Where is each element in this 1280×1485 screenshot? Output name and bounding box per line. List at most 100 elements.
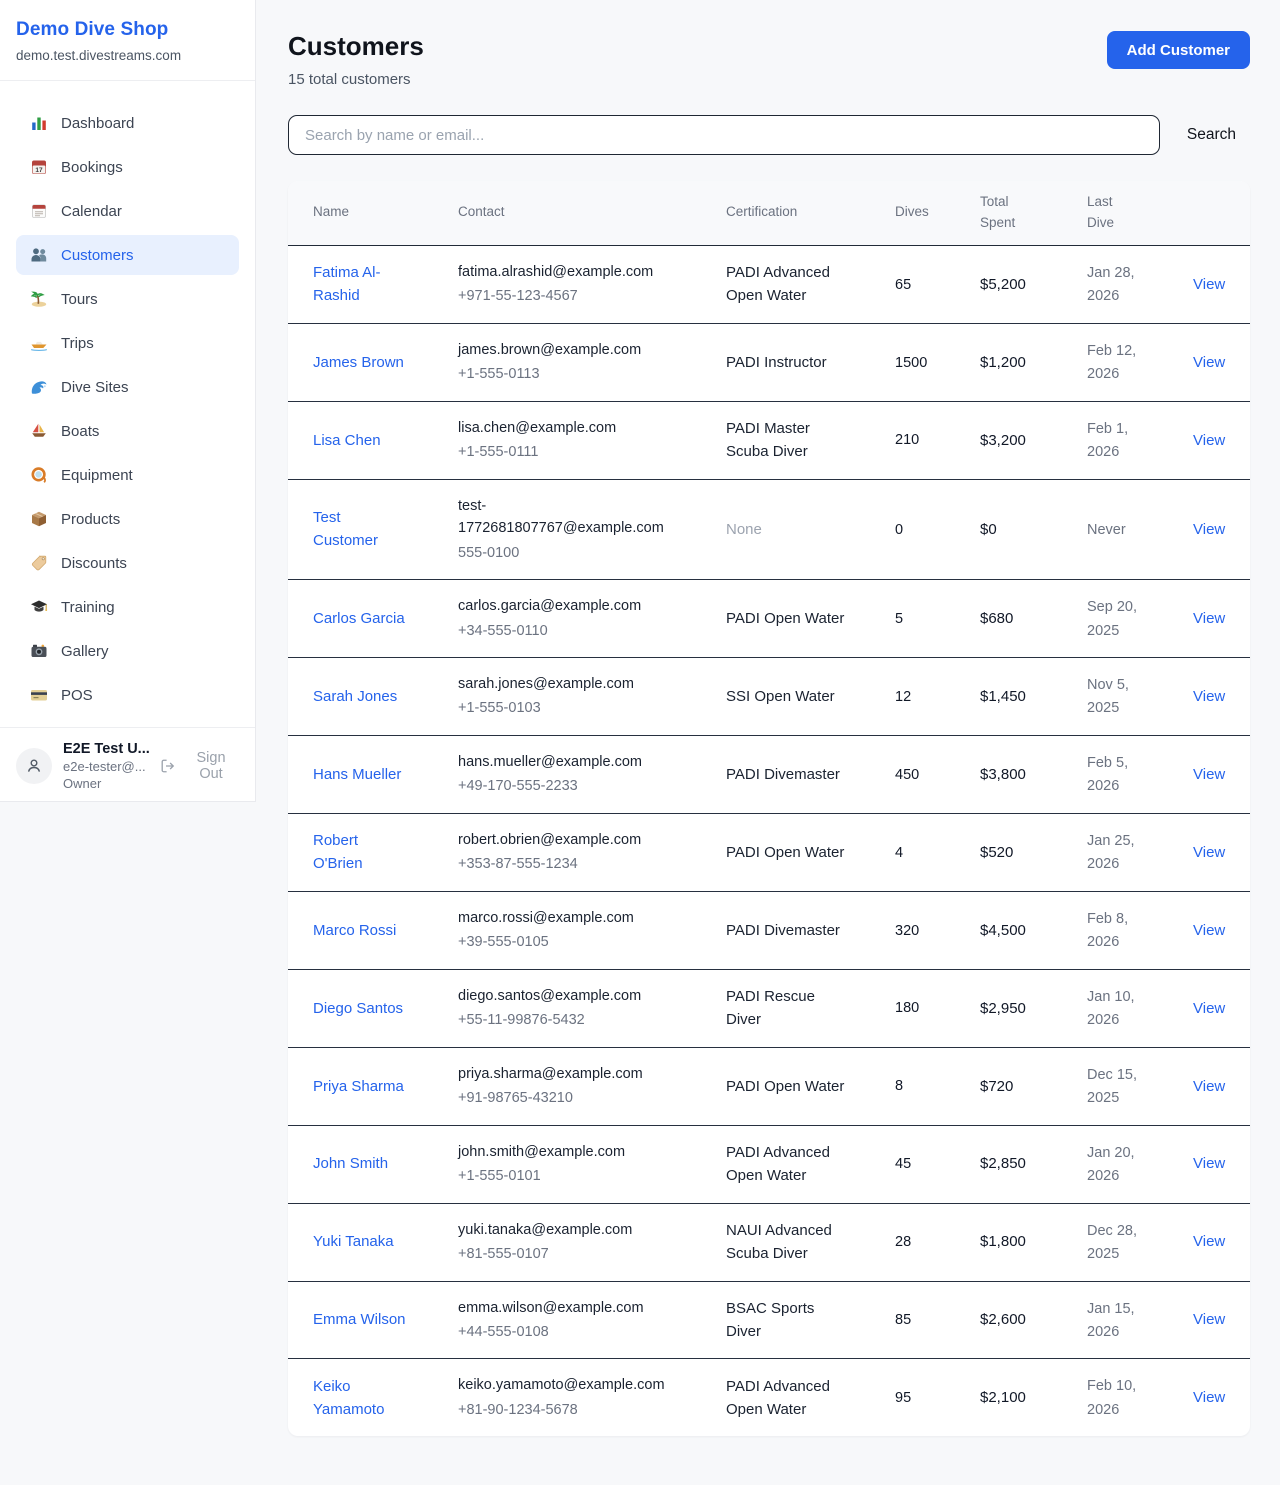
customer-name-link[interactable]: Emma Wilson — [313, 1311, 406, 1328]
sidebar-item-label: Training — [61, 599, 115, 616]
add-customer-button[interactable]: Add Customer — [1107, 31, 1250, 69]
customer-name-link[interactable]: Test Customer — [313, 509, 378, 549]
customer-phone: +1-555-0111 — [458, 441, 676, 463]
customer-certification: PADI Rescue Diver — [726, 988, 815, 1028]
sidebar-item-tours[interactable]: Tours — [16, 279, 239, 319]
view-customer-link[interactable]: View — [1193, 1155, 1225, 1172]
sidebar-item-label: Trips — [61, 335, 94, 352]
customer-email: sarah.jones@example.com — [458, 673, 676, 695]
sidebar-item-trips[interactable]: Trips — [16, 323, 239, 363]
col-header-certification: Certification — [726, 181, 895, 245]
sidebar-item-label: Discounts — [61, 555, 127, 572]
customer-phone: +91-98765-43210 — [458, 1087, 676, 1109]
sidebar-item-dive-sites[interactable]: Dive Sites — [16, 367, 239, 407]
sidebar-item-training[interactable]: Training — [16, 587, 239, 627]
customer-name-link[interactable]: Fatima Al-Rashid — [313, 264, 381, 304]
wave-icon — [30, 378, 48, 396]
customer-total-spent: $680 — [980, 610, 1013, 627]
view-customer-link[interactable]: View — [1193, 1000, 1225, 1017]
customer-name-link[interactable]: Keiko Yamamoto — [313, 1378, 384, 1418]
view-customer-link[interactable]: View — [1193, 688, 1225, 705]
customer-phone: +44-555-0108 — [458, 1321, 676, 1343]
customer-name-link[interactable]: Marco Rossi — [313, 922, 396, 939]
customer-dives: 4 — [895, 845, 903, 861]
customer-certification: PADI Open Water — [726, 1078, 844, 1095]
graduation-cap-icon — [30, 598, 48, 616]
customer-email: yuki.tanaka@example.com — [458, 1219, 676, 1241]
customer-dives: 450 — [895, 767, 919, 783]
customer-name-link[interactable]: Sarah Jones — [313, 688, 397, 705]
customer-row: Emma Wilson emma.wilson@example.com +44-… — [288, 1281, 1250, 1359]
sidebar-item-dashboard[interactable]: Dashboard — [16, 103, 239, 143]
customer-name-link[interactable]: Carlos Garcia — [313, 610, 405, 627]
view-customer-link[interactable]: View — [1193, 276, 1225, 293]
view-customer-link[interactable]: View — [1193, 922, 1225, 939]
view-customer-link[interactable]: View — [1193, 1389, 1225, 1406]
customer-phone: +1-555-0113 — [458, 363, 676, 385]
customer-dives: 0 — [895, 522, 903, 538]
sidebar-item-products[interactable]: Products — [16, 499, 239, 539]
view-customer-link[interactable]: View — [1193, 610, 1225, 627]
sign-out-button[interactable]: Sign Out — [160, 750, 239, 782]
customer-name-link[interactable]: Diego Santos — [313, 1000, 403, 1017]
view-customer-link[interactable]: View — [1193, 766, 1225, 783]
sidebar-item-gallery[interactable]: Gallery — [16, 631, 239, 671]
customer-last-dive: Dec 15, 2025 — [1087, 1067, 1137, 1106]
user-email: e2e-tester@... — [63, 759, 149, 774]
col-header-total-spent: Total Spent — [980, 181, 1087, 245]
customer-certification: PADI Master Scuba Diver — [726, 420, 810, 460]
customer-name-link[interactable]: Yuki Tanaka — [313, 1233, 394, 1250]
sidebar-item-label: Bookings — [61, 159, 123, 176]
view-customer-link[interactable]: View — [1193, 521, 1225, 538]
customer-name-link[interactable]: James Brown — [313, 354, 404, 371]
customer-dives: 12 — [895, 689, 911, 705]
customer-certification: PADI Open Water — [726, 844, 844, 861]
customer-total-spent: $2,950 — [980, 1000, 1026, 1017]
view-customer-link[interactable]: View — [1193, 354, 1225, 371]
sidebar-item-label: Equipment — [61, 467, 133, 484]
col-header-dives: Dives — [895, 181, 980, 245]
sign-out-label: Sign Out — [183, 750, 239, 782]
customer-last-dive: Sep 20, 2025 — [1087, 599, 1137, 638]
sidebar-item-equipment[interactable]: Equipment — [16, 455, 239, 495]
customer-name-link[interactable]: Lisa Chen — [313, 432, 381, 449]
search-bar: Search — [288, 115, 1250, 155]
sidebar-item-customers[interactable]: Customers — [16, 235, 239, 275]
sidebar-header: Demo Dive Shop demo.test.divestreams.com — [0, 0, 255, 81]
view-customer-link[interactable]: View — [1193, 432, 1225, 449]
customer-name-link[interactable]: Priya Sharma — [313, 1078, 404, 1095]
customer-name-link[interactable]: John Smith — [313, 1155, 388, 1172]
view-customer-link[interactable]: View — [1193, 1311, 1225, 1328]
customer-name-link[interactable]: Robert O'Brien — [313, 832, 363, 872]
view-customer-link[interactable]: View — [1193, 1078, 1225, 1095]
svg-text:17: 17 — [35, 167, 43, 174]
sidebar-item-calendar[interactable]: Calendar — [16, 191, 239, 231]
view-customer-link[interactable]: View — [1193, 1233, 1225, 1250]
customer-dives: 180 — [895, 1000, 919, 1016]
sidebar-item-bookings[interactable]: 17 Bookings — [16, 147, 239, 187]
view-customer-link[interactable]: View — [1193, 844, 1225, 861]
col-header-name: Name — [288, 181, 458, 245]
sidebar-item-discounts[interactable]: Discounts — [16, 543, 239, 583]
user-meta: E2E Test U... e2e-tester@... Owner — [63, 741, 149, 791]
user-role: Owner — [63, 776, 149, 791]
search-input[interactable] — [288, 115, 1160, 155]
customer-phone: +34-555-0110 — [458, 620, 676, 642]
customer-certification: SSI Open Water — [726, 688, 835, 705]
customer-certification: BSAC Sports Diver — [726, 1300, 814, 1340]
sidebar-item-label: Gallery — [61, 643, 109, 660]
sidebar-item-pos[interactable]: POS — [16, 675, 239, 715]
customer-total-spent: $4,500 — [980, 922, 1026, 939]
customer-last-dive: Feb 10, 2026 — [1087, 1378, 1136, 1417]
search-button[interactable]: Search — [1160, 126, 1250, 144]
sailboat-icon — [30, 422, 48, 440]
customer-name-link[interactable]: Hans Mueller — [313, 766, 401, 783]
avatar — [16, 748, 52, 784]
bookings-calendar-icon: 17 — [30, 158, 48, 176]
customer-phone: 555-0100 — [458, 542, 676, 564]
customer-last-dive: Dec 28, 2025 — [1087, 1223, 1137, 1262]
sign-out-icon — [160, 758, 176, 774]
col-header-actions — [1193, 181, 1250, 245]
sidebar-item-boats[interactable]: Boats — [16, 411, 239, 451]
people-icon — [30, 246, 48, 264]
